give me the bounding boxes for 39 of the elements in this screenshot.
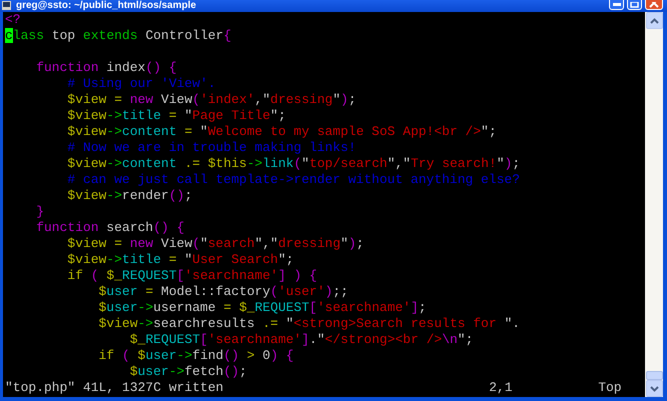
- close-button[interactable]: [645, 0, 663, 10]
- minimize-button[interactable]: [609, 0, 624, 10]
- caret-down-icon: [650, 386, 659, 392]
- scrollbar[interactable]: [645, 12, 663, 397]
- code-line: if ( $user->find() > 0) {: [98, 348, 295, 364]
- code-line: $view->render();: [66, 188, 194, 204]
- code-line: function search() {: [35, 220, 186, 236]
- scroll-up-button[interactable]: [646, 12, 663, 29]
- code-line: # Using our 'View'.: [66, 76, 217, 92]
- status-message: "top.php" 41L, 1327C written: [5, 380, 224, 396]
- close-icon: [649, 2, 659, 8]
- maximize-button[interactable]: [627, 0, 642, 10]
- minimize-icon: [612, 2, 620, 6]
- code-line: function index() {: [35, 60, 178, 76]
- code-line: }: [35, 204, 46, 220]
- scroll-position: Top: [598, 380, 622, 396]
- code-line: $view->title = "User Search";: [66, 252, 295, 268]
- terminal-icon: [2, 1, 11, 10]
- code-line: $view->title = "Page Title";: [66, 108, 287, 124]
- cursor-position: 2,1: [489, 380, 514, 396]
- code-line: $user->username = $_REQUEST['searchname'];: [98, 300, 428, 316]
- code-line: $view = new View("search","dressing");: [66, 236, 365, 252]
- code-line: $user = Model::factory('user');;: [98, 284, 350, 300]
- code-line: <?: [5, 12, 22, 28]
- caret-up-icon: [650, 18, 659, 24]
- code-line: $view->content .= $this->link("top/search","Try search!");: [66, 156, 521, 172]
- code-line: if ( $_REQUEST['searchname'] ) {: [66, 268, 318, 284]
- code-line: $user->fetch();: [128, 364, 248, 380]
- code-line: class top extends Controller{: [5, 28, 232, 44]
- window-title: greg@ssto: ~/public_html/sos/sample: [16, 0, 198, 12]
- maximize-icon: [630, 2, 639, 8]
- code-line: $view = new View('index',"dressing");: [66, 92, 358, 108]
- code-line: $_REQUEST['searchname']."</strong><br />\n";: [128, 332, 474, 348]
- code-line: $view->content = "Welcome to my sample SoS App!<br />";: [66, 124, 498, 140]
- code-line: # Now we are in trouble making links!: [66, 140, 358, 156]
- code-line: $view->searchresults .= "<strong>Search results for ".: [98, 316, 521, 332]
- code-line: # can we just call template->render without anything else?: [66, 172, 521, 188]
- scrollbar-thumb[interactable]: [646, 371, 663, 380]
- scroll-down-button[interactable]: [646, 380, 663, 397]
